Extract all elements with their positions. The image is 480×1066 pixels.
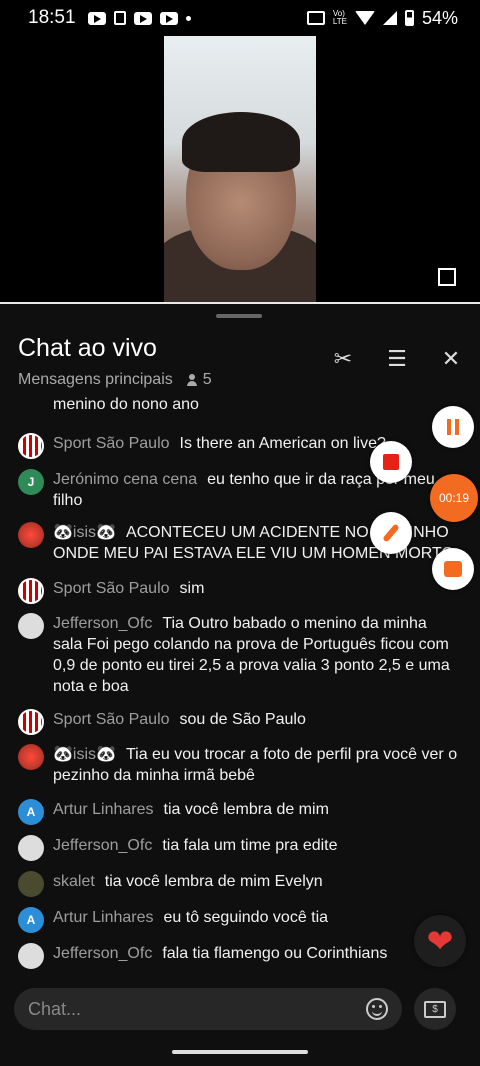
message-author[interactable]: 🐼isis🐼 (53, 524, 116, 541)
chat-message: Jefferson_Ofc fala tia flamengo ou Corint… (18, 943, 458, 969)
message-text: eu tô seguindo você tia (163, 909, 329, 926)
pause-icon[interactable] (432, 406, 474, 448)
message-text: fala tia flamengo ou Corinthians (162, 945, 388, 962)
message-author[interactable]: Sport São Paulo (53, 435, 170, 452)
viewer-count: 5 (202, 371, 212, 388)
youtube-notification-icon (133, 11, 152, 25)
video-person-hair (182, 112, 300, 172)
avatar[interactable] (18, 522, 44, 548)
live-video-frame[interactable] (164, 36, 316, 302)
chat-mode-selector[interactable]: Mensagens principais 5 (18, 371, 212, 389)
chat-message: Jefferson_Ofc tia fala um time pra edite (18, 835, 458, 861)
toolbox-icon[interactable] (432, 548, 474, 590)
home-indicator[interactable] (172, 1050, 308, 1054)
avatar[interactable] (18, 744, 44, 770)
avatar[interactable] (18, 709, 44, 735)
recording-timer[interactable]: 00:19 (430, 474, 478, 522)
avatar[interactable]: J (18, 469, 44, 495)
battery-percent: 54% (421, 7, 458, 28)
scissors-icon[interactable]: ✂ (330, 346, 356, 372)
notification-icons (87, 11, 191, 25)
chat-message: skalet tia você lembra de mim Evelyn (18, 871, 458, 897)
stop-icon[interactable] (370, 441, 412, 483)
chat-messages[interactable]: menino do nono ano Sport São Paulo Is the… (0, 394, 480, 974)
chat-message: Sport São Paulo sou de São Paulo (18, 709, 458, 735)
brush-icon[interactable] (370, 512, 412, 554)
viewers-icon (186, 374, 197, 386)
youtube-notification-icon (87, 11, 106, 25)
message-author[interactable]: Jerónimo cena cena (53, 471, 197, 488)
status-time: 18:51 (28, 7, 76, 28)
drag-handle[interactable] (216, 314, 262, 318)
live-chat-panel: Chat ao vivo Mensagens principais 5 ✂ ☰ … (0, 304, 480, 1066)
message-author[interactable]: Sport São Paulo (53, 711, 170, 728)
chat-title: Chat ao vivo (18, 334, 157, 362)
chat-message: menino do nono ano (18, 394, 458, 415)
avatar[interactable] (18, 578, 44, 604)
message-author[interactable]: Artur Linhares (53, 801, 154, 818)
message-author[interactable]: Jefferson_Ofc (53, 837, 152, 854)
emoji-icon[interactable] (366, 998, 388, 1020)
volte-icon: Vo) LTE (333, 10, 347, 26)
avatar[interactable] (18, 871, 44, 897)
wifi-icon (354, 11, 375, 25)
fullscreen-icon[interactable] (438, 268, 456, 286)
chat-input[interactable] (28, 998, 366, 1020)
avatar[interactable] (18, 433, 44, 459)
chat-message: Sport São Paulo sim (18, 578, 458, 604)
message-author[interactable]: Sport São Paulo (53, 580, 170, 597)
app-notification-icon (113, 11, 126, 25)
chat-message: 🐼isis🐼 Tia eu vou trocar a foto de perfil… (18, 744, 458, 786)
chat-message: A Artur Linhares eu tô seguindo você tia (18, 907, 458, 933)
avatar[interactable]: A (18, 799, 44, 825)
money-icon[interactable] (414, 988, 456, 1030)
chat-mode-label: Mensagens principais (18, 371, 173, 388)
system-status: Vo) LTE 54% (306, 7, 458, 29)
message-text: menino do nono ano (53, 396, 199, 413)
chat-input-container (14, 988, 402, 1030)
message-text: Is there an American on live? (179, 435, 386, 452)
message-author[interactable]: Jefferson_Ofc (53, 615, 152, 632)
status-bar: 18:51 Vo) LTE 54% (0, 0, 480, 36)
chat-message: A Artur Linhares tia você lembra de mim (18, 799, 458, 825)
battery-icon (404, 10, 414, 26)
message-author[interactable]: 🐼isis🐼 (53, 746, 116, 763)
video-player[interactable] (0, 36, 480, 304)
signal-icon (382, 11, 397, 25)
message-author[interactable]: Artur Linhares (53, 909, 154, 926)
message-author[interactable]: skalet (53, 873, 95, 890)
message-author[interactable]: Jefferson_Ofc (53, 945, 152, 962)
avatar[interactable] (18, 835, 44, 861)
message-text: sim (179, 580, 205, 597)
avatar[interactable]: A (18, 907, 44, 933)
lte-label: LTE (332, 17, 347, 26)
message-text: tia você lembra de mim Evelyn (104, 873, 323, 890)
avatar[interactable] (18, 613, 44, 639)
heart-icon[interactable]: ❤ (414, 915, 466, 967)
message-text: sou de São Paulo (179, 711, 306, 728)
message-text: tia você lembra de mim (163, 801, 329, 818)
avatar[interactable] (18, 943, 44, 969)
chat-message: Jefferson_Ofc Tia Outro babado o menino d… (18, 613, 458, 697)
more-notifications-icon (185, 15, 191, 21)
chat-header-actions: ✂ ☰ ✕ (330, 346, 464, 372)
message-text: tia fala um time pra edite (162, 837, 338, 854)
close-icon[interactable]: ✕ (438, 346, 464, 372)
tune-icon[interactable]: ☰ (384, 346, 410, 372)
youtube-notification-icon (159, 11, 178, 25)
cast-icon (306, 11, 325, 25)
